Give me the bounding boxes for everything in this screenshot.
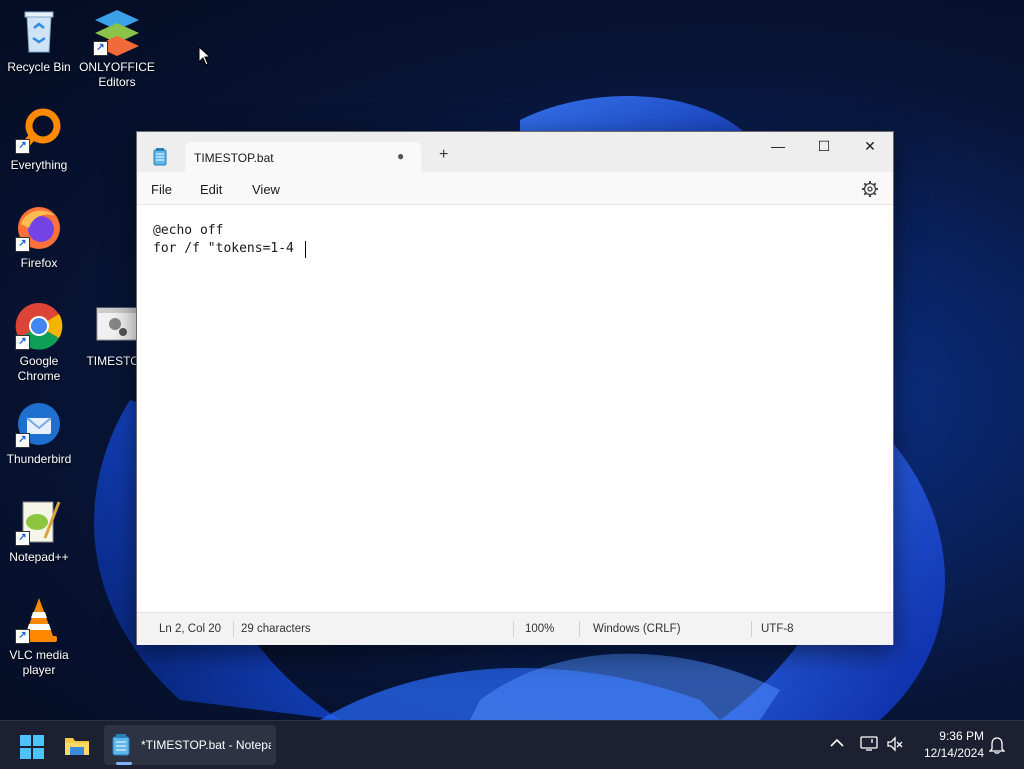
desktop-icon-thunderbird[interactable]: ↗ Thunderbird [1, 400, 77, 467]
editor-line-2: for /f "tokens=1-4 [153, 241, 302, 256]
minimize-icon: — [771, 138, 785, 154]
settings-gear-icon[interactable] [861, 180, 879, 198]
status-divider [233, 621, 234, 637]
clock-date[interactable]: 12/14/2024 [914, 746, 984, 760]
editor-line-1: @echo off [153, 223, 224, 238]
desktop-icon-onlyoffice[interactable]: ↗ ONLYOFFICE Editors [79, 8, 155, 90]
batch-file-icon [93, 302, 141, 350]
onlyoffice-icon: ↗ [93, 8, 141, 56]
close-button[interactable]: ✕ [847, 132, 893, 162]
status-divider [579, 621, 580, 637]
text-editor[interactable]: @echo off for /f "tokens=1-4 [137, 205, 893, 611]
status-encoding[interactable]: UTF-8 [761, 623, 794, 635]
status-zoom[interactable]: 100% [525, 623, 554, 635]
maximize-icon: ☐ [817, 138, 831, 154]
taskbar: *TIMESTOP.bat - Notepad 9:36 PM 12/14/20… [0, 720, 1024, 769]
notepad-titlebar[interactable]: TIMESTOP.bat ● + — ☐ ✕ [137, 132, 893, 174]
shortcut-arrow-icon: ↗ [15, 433, 30, 448]
notification-bell-icon[interactable] [989, 736, 1005, 754]
show-hidden-icons-chevron-icon[interactable] [830, 738, 844, 748]
desktop-icon-notepadplusplus[interactable]: ↗ Notepad++ [1, 498, 77, 565]
notepadplusplus-icon: ↗ [15, 498, 63, 546]
thunderbird-icon: ↗ [15, 400, 63, 448]
network-icon[interactable] [860, 736, 878, 752]
notepad-app-icon [153, 148, 167, 166]
mouse-cursor-icon [198, 46, 212, 66]
shortcut-arrow-icon: ↗ [15, 139, 30, 154]
desktop-icon-everything[interactable]: ↗ Everything [1, 106, 77, 173]
status-line-ending[interactable]: Windows (CRLF) [593, 623, 681, 635]
shortcut-arrow-icon: ↗ [15, 335, 30, 350]
recycle-bin-icon [15, 8, 63, 56]
status-cursor-position: Ln 2, Col 20 [159, 623, 222, 635]
menu-edit[interactable]: Edit [200, 182, 222, 197]
status-divider [751, 621, 752, 637]
notepad-window[interactable]: TIMESTOP.bat ● + — ☐ ✕ File Edit View @e… [136, 131, 894, 645]
start-button[interactable] [20, 735, 44, 759]
firefox-icon: ↗ [15, 204, 63, 252]
status-bar: Ln 2, Col 20 29 characters 100% Windows … [137, 612, 893, 645]
file-explorer-button[interactable] [64, 733, 90, 757]
text-caret [305, 241, 306, 258]
shortcut-arrow-icon: ↗ [15, 531, 30, 546]
tab-timestop-bat[interactable]: TIMESTOP.bat ● [185, 142, 421, 174]
taskbar-notepad-button[interactable]: *TIMESTOP.bat - Notepad [104, 725, 276, 765]
minimize-button[interactable]: — [755, 132, 801, 162]
clock-time[interactable]: 9:36 PM [924, 729, 984, 743]
maximize-button[interactable]: ☐ [801, 132, 847, 162]
menu-bar: File Edit View [137, 174, 893, 204]
desktop-icon-recycle-bin[interactable]: Recycle Bin [1, 8, 77, 75]
chrome-icon: ↗ [15, 302, 63, 350]
active-indicator [116, 762, 132, 765]
notepad-app-icon [112, 734, 130, 756]
menu-file[interactable]: File [151, 182, 172, 197]
desktop-icon-google-chrome[interactable]: ↗ Google Chrome [1, 302, 77, 384]
shortcut-arrow-icon: ↗ [15, 629, 30, 644]
unsaved-indicator[interactable]: ● [397, 149, 404, 163]
volume-muted-icon[interactable] [886, 736, 904, 752]
new-tab-button[interactable]: + [439, 146, 448, 164]
close-icon: ✕ [864, 138, 876, 154]
desktop-icon-firefox[interactable]: ↗ Firefox [1, 204, 77, 271]
status-character-count: 29 characters [241, 623, 311, 635]
menu-view[interactable]: View [252, 182, 280, 197]
status-divider [513, 621, 514, 637]
shortcut-arrow-icon: ↗ [93, 41, 108, 56]
desktop-icon-vlc[interactable]: ↗ VLC media player [1, 596, 77, 678]
everything-search-icon: ↗ [15, 106, 63, 154]
taskbar-notepad-label: *TIMESTOP.bat - Notepad [141, 738, 271, 752]
vlc-icon: ↗ [15, 596, 63, 644]
shortcut-arrow-icon: ↗ [15, 237, 30, 252]
tab-title: TIMESTOP.bat [194, 151, 274, 165]
